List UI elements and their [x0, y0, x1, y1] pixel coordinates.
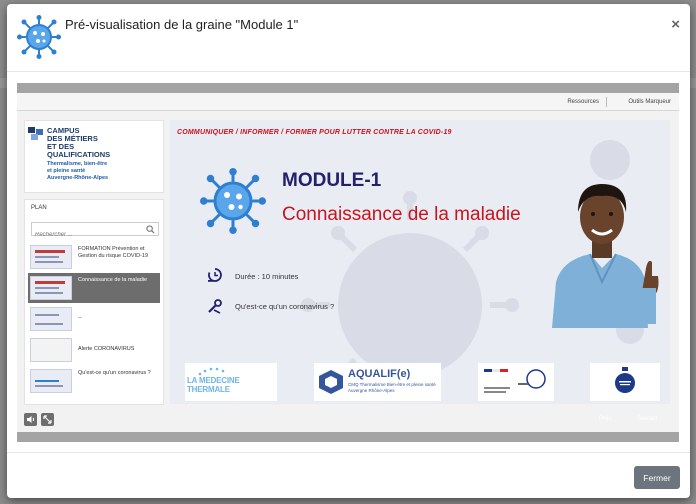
- logo-subline: Thermalisme, bien-être: [47, 161, 108, 167]
- plan-item-active[interactable]: Connaissance de la maladie: [28, 273, 160, 303]
- slide-canvas: COMMUNIQUER / INFORMER / FORMER POUR LUT…: [170, 120, 670, 404]
- plan-item[interactable]: Qu'est-ce qu'un coronavirus ?: [28, 366, 160, 396]
- close-modal-button[interactable]: Fermer: [634, 466, 680, 489]
- plan-item[interactable]: FORMATION Prévention et Gestion du risqu…: [28, 242, 160, 272]
- module-subtitle: Connaissance de la maladie: [282, 204, 521, 225]
- plan-item[interactable]: --: [28, 304, 160, 334]
- sound-button[interactable]: [24, 413, 37, 426]
- duration-text: Durée : 10 minutes: [235, 272, 299, 281]
- partner-logo-nation-apprenante: [590, 363, 660, 401]
- plan-thumbnail: [30, 245, 72, 269]
- fullscreen-button[interactable]: [41, 413, 54, 426]
- expand-icon: [43, 415, 52, 424]
- close-button[interactable]: ×: [671, 16, 680, 33]
- clock-icon: [208, 268, 222, 282]
- partner-logo-medecine-thermale: LA MEDECINE THERMALE: [185, 363, 277, 401]
- plan-thumbnail: [30, 307, 72, 331]
- slide-headline: COMMUNIQUER / INFORMER / FORMER POUR LUT…: [177, 129, 452, 136]
- nation-apprenante-badge: [615, 367, 635, 393]
- plan-item-label: Qu'est-ce qu'un coronavirus ?: [78, 370, 151, 376]
- partner-logo-academie: [478, 363, 554, 401]
- plan-search: [31, 222, 159, 241]
- plan-thumbnail: [30, 338, 72, 362]
- logo-subline: et pleine santé: [47, 168, 86, 174]
- plan-item-label: FORMATION Prévention et Gestion du risqu…: [78, 246, 149, 259]
- campus-logo: CAMPUS DES MÉTIERS ET DES QUALIFICATIONS…: [24, 120, 164, 193]
- module-title: MODULE-1: [282, 170, 382, 191]
- plan-panel: PLAN FORMATION Prévention et Gestion du …: [24, 199, 164, 405]
- previous-button[interactable]: Préc.: [599, 416, 613, 422]
- region-academy-logos: [484, 369, 546, 393]
- plan-list: FORMATION Prévention et Gestion du risqu…: [28, 242, 162, 397]
- modal-header: Pré-visualisation de la graine "Module 1…: [7, 4, 690, 72]
- modal-footer: Fermer: [7, 452, 690, 498]
- marker-tools-link[interactable]: Outils Marqueur: [628, 99, 671, 105]
- tools-icon: [208, 299, 222, 314]
- plan-thumbnail: [30, 276, 72, 300]
- plan-search-input[interactable]: [32, 229, 142, 241]
- player-topbar: Ressources Outils Marqueur: [17, 93, 679, 111]
- search-icon[interactable]: [146, 225, 155, 234]
- plan-thumbnail: [30, 369, 72, 393]
- logo-subline: Auvergne-Rhône-Alpes: [47, 175, 109, 181]
- plan-item-label: Alerte CORONAVIRUS: [78, 346, 135, 352]
- virus-icon: [17, 15, 61, 59]
- modal-title: Pré-visualisation de la graine "Module 1…: [65, 17, 299, 32]
- next-button[interactable]: Suivant: [637, 416, 657, 422]
- plan-item[interactable]: Alerte CORONAVIRUS: [28, 335, 160, 365]
- aqualife-cube-icon: [319, 370, 343, 394]
- resources-link[interactable]: Ressources: [567, 99, 599, 105]
- player-controls: Préc. Suivant: [17, 412, 679, 430]
- topbar-separator: [606, 97, 607, 107]
- partner-name: AQUALIF(e): [348, 368, 411, 380]
- question-text: Qu'est-ce qu'un coronavirus ?: [235, 302, 335, 311]
- virus-icon: [200, 168, 266, 234]
- preview-modal: Pré-visualisation de la graine "Module 1…: [7, 4, 690, 498]
- partner-subline: CMQ Thermalisme Bien-être et pleine sant…: [348, 382, 436, 393]
- logo-line: QUALIFICATIONS: [47, 150, 111, 159]
- plan-title: PLAN: [31, 205, 47, 211]
- plan-item-label: --: [78, 315, 82, 321]
- nurse-thumbs-up-image: [552, 184, 659, 328]
- partner-name: LA MEDECINE THERMALE: [187, 376, 240, 394]
- campus-logo-mark: [28, 127, 43, 140]
- seed-player: Ressources Outils Marqueur CAMPUS DES MÉ…: [17, 83, 679, 442]
- plan-item-label: Connaissance de la maladie: [78, 277, 148, 283]
- partner-logo-aqualife: AQUALIF(e) CMQ Thermalisme Bien-être et …: [314, 363, 441, 401]
- dotted-arc-icon: [198, 367, 225, 376]
- speaker-icon: [27, 416, 35, 423]
